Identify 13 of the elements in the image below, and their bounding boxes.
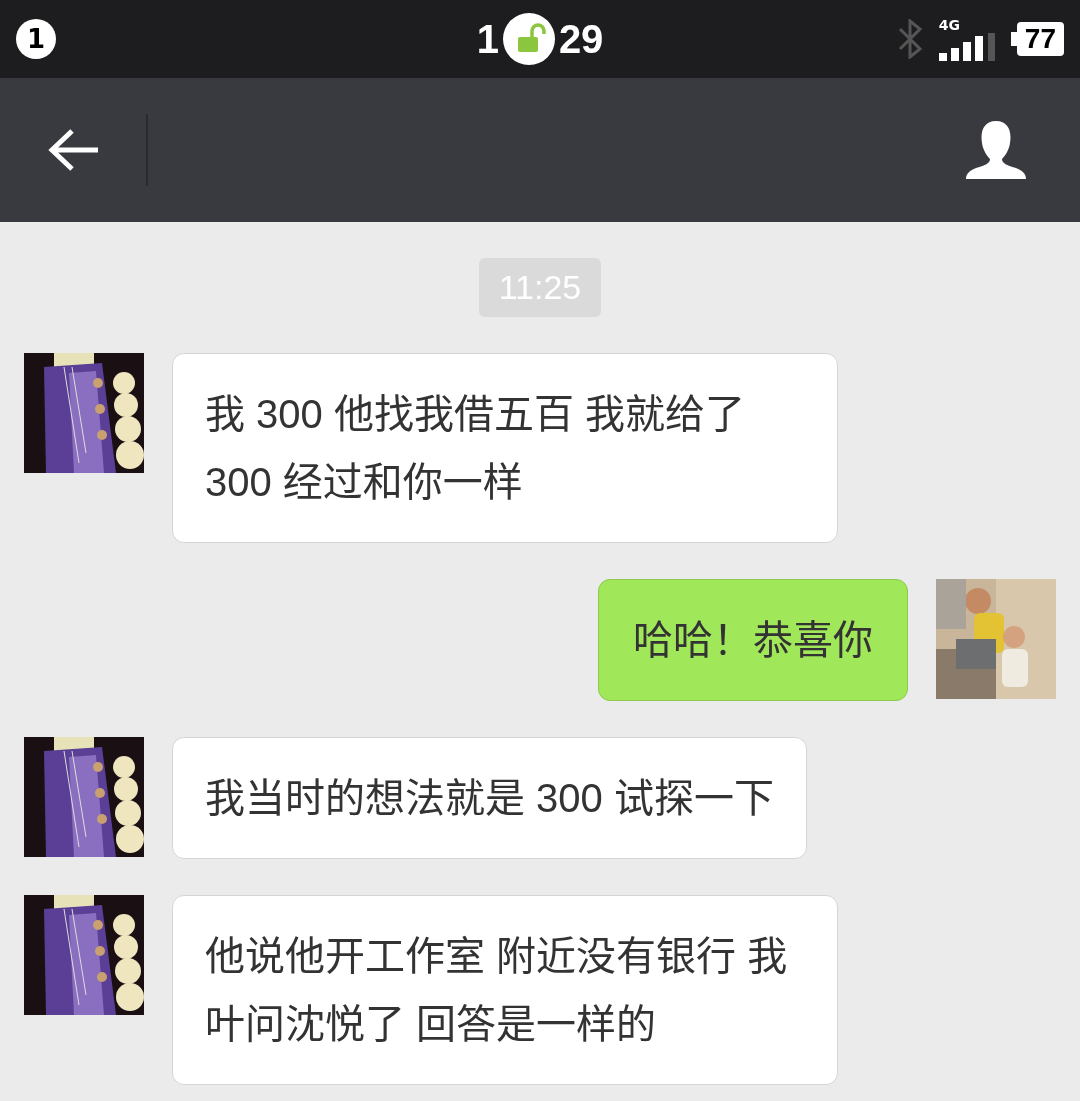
message-bubble: 他说他开工作室 附近没有银行 我叶问沈悦了 回答是一样的 [172, 895, 838, 1085]
message-bubble: 我 300 他找我借五百 我就给了300 经过和你一样 [172, 353, 838, 543]
signal-icon [938, 33, 997, 61]
message-bubble: 我当时的想法就是 300 试探一下 [172, 737, 807, 859]
clock-time: 1 [476, 16, 499, 62]
message-bubble: 哈哈！恭喜你 [598, 579, 908, 701]
notification-count: 1 [16, 19, 56, 59]
back-arrow-icon[interactable] [48, 128, 100, 172]
battery-indicator: 77 [1010, 22, 1064, 56]
unlocked-padlock-icon [502, 13, 555, 65]
clock-time: 29 [558, 16, 604, 62]
network-type: 4G [938, 17, 961, 33]
person-icon[interactable] [964, 119, 1028, 181]
